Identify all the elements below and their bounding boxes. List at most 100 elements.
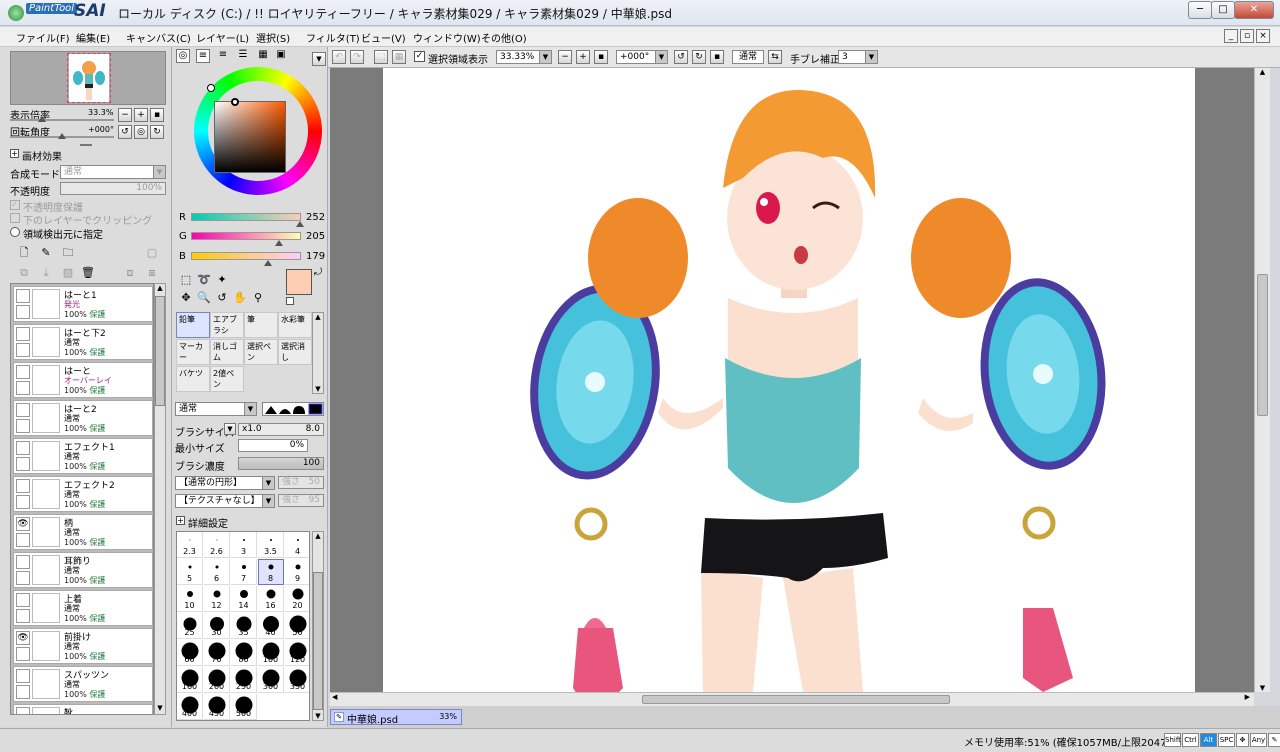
g-slider-handle[interactable] [275, 240, 283, 246]
invert-select-button[interactable]: ▦ [392, 50, 406, 64]
preserve-opacity-checkbox[interactable]: ✓ [10, 200, 20, 210]
view-blend-button[interactable]: 通常 [732, 50, 764, 64]
layer-lock-toggle[interactable] [16, 685, 30, 699]
layer-lock-toggle[interactable] [16, 609, 30, 623]
toolbar-zoom-in-button[interactable]: + [576, 50, 590, 64]
tool-cell[interactable]: 鉛筆 [176, 312, 210, 338]
new-linework-layer-icon[interactable]: ✎ [38, 245, 54, 261]
layer-lock-toggle[interactable] [16, 571, 30, 585]
hand-icon[interactable]: ✋ [232, 290, 248, 306]
navigator-preview[interactable] [10, 51, 166, 105]
brush-size-cell[interactable]: 25 [177, 613, 203, 639]
menu-item[interactable]: ファイル(F) [16, 30, 70, 45]
layer-scrollbar[interactable]: ▲ ▼ [154, 283, 166, 715]
layer-row[interactable]: 上着 通常 100% 保護 [13, 590, 153, 626]
mdi-restore-button[interactable]: ▫ [1240, 29, 1254, 43]
brush-size-cell[interactable]: 35 [231, 613, 257, 639]
expand-detail-icon[interactable]: + [176, 516, 185, 525]
scroll-up-icon[interactable]: ▲ [313, 532, 323, 540]
rotate-right-button[interactable]: ↻ [150, 125, 164, 139]
scroll-down-icon[interactable]: ▼ [313, 712, 323, 720]
scroll-up-icon[interactable]: ▲ [155, 284, 165, 294]
layer-lock-toggle[interactable] [16, 305, 30, 319]
eye-icon[interactable]: 👁 [16, 631, 30, 645]
rotate-reset-button[interactable]: ◎ [134, 125, 148, 139]
flip-view-button[interactable]: ⇆ [768, 50, 782, 64]
visibility-toggle[interactable] [16, 555, 30, 569]
brush-size-cell[interactable]: 20 [285, 586, 309, 612]
zoom-icon[interactable]: 🔍 [196, 290, 212, 306]
close-button[interactable]: ✕ [1234, 1, 1274, 19]
tool-grid-scrollbar[interactable]: ▲ ▼ [312, 312, 324, 394]
brush-size-cell[interactable]: 2.3 [177, 532, 203, 558]
tool-cell[interactable]: 消しゴム [210, 339, 244, 365]
brush-size-field[interactable]: x1.0 8.0 [238, 423, 324, 436]
layer-row[interactable]: 👁 柄通常 100% 保護 [13, 514, 153, 550]
clip-lower-checkbox[interactable] [10, 213, 20, 223]
layer-list[interactable]: はーと1 発光 100% 保護 はーと下2 通常 100% 保護 はーと オーバーレイ 100%… [10, 283, 154, 715]
brush-size-cell[interactable]: 50 [285, 613, 309, 639]
flatten-icon[interactable]: ⧆ [144, 265, 160, 281]
opacity-field[interactable]: 100% [60, 182, 166, 195]
scroll-left-icon[interactable]: ◀ [332, 693, 337, 701]
copy-layer-icon[interactable]: ⧉ [16, 265, 32, 281]
show-selection-checkbox[interactable]: ✓ [414, 51, 425, 62]
stabilizer-select[interactable]: 3 ▼ [838, 50, 878, 64]
swatch-tab-icon[interactable]: ▦ [256, 49, 270, 63]
lasso-icon[interactable]: ➰ [196, 272, 212, 288]
zoom-select[interactable]: 33.33% ▼ [496, 50, 552, 64]
horizontal-scroll-thumb[interactable] [642, 695, 950, 704]
brush-size-cell[interactable]: 160 [177, 667, 203, 693]
mixer-tab-icon[interactable]: ☰ [236, 49, 250, 63]
brush-size-cell[interactable]: 40 [258, 613, 284, 639]
minimize-button[interactable]: ─ [1188, 1, 1212, 19]
visibility-toggle[interactable] [16, 365, 30, 379]
g-slider[interactable] [191, 232, 301, 240]
brush-size-cell[interactable]: 8 [258, 559, 284, 585]
brush-size-cell[interactable]: 12 [204, 586, 230, 612]
layer-lock-toggle[interactable] [16, 647, 30, 661]
fg-color-swatch[interactable] [286, 269, 312, 295]
layer-row[interactable]: 👁 前掛け 通常 100% 保護 [13, 628, 153, 664]
swap-colors-icon[interactable]: ⤾ [312, 267, 324, 279]
layer-row[interactable]: はーと オーバーレイ 100% 保護 [13, 362, 153, 398]
hue-cursor[interactable] [207, 84, 215, 92]
tool-cell[interactable]: マーカー [176, 339, 210, 365]
transparent-color-icon[interactable] [286, 297, 294, 305]
visibility-toggle[interactable] [16, 707, 30, 714]
scroll-right-icon[interactable]: ▶ [1245, 693, 1250, 701]
color-wheel-tab-icon[interactable]: ◎ [176, 49, 190, 63]
rect-select-icon[interactable]: ⬚ [178, 272, 194, 288]
r-slider-handle[interactable] [296, 221, 304, 227]
menu-item[interactable]: その他(O) [481, 30, 527, 45]
texture-select[interactable]: 【テクスチャなし】 ▼ [175, 494, 275, 508]
shape-strength-field[interactable]: 強さ 50 [278, 476, 324, 489]
brush-size-scrollbar[interactable]: ▲ ▼ [312, 531, 324, 721]
expand-effect-icon[interactable]: + [10, 149, 19, 158]
layer-row[interactable]: はーと2 通常 100% 保護 [13, 400, 153, 436]
menu-item[interactable]: ビュー(V) [361, 30, 406, 45]
brush-size-cell[interactable]: 100 [258, 640, 284, 666]
brush-size-cell[interactable]: 10 [177, 586, 203, 612]
brush-size-cell[interactable]: 3 [231, 532, 257, 558]
layer-row[interactable]: エフェクト2 通常 100% 保護 [13, 476, 153, 512]
visibility-toggle[interactable] [16, 593, 30, 607]
sv-cursor[interactable] [231, 98, 239, 106]
scroll-down-icon[interactable]: ▼ [313, 385, 323, 393]
menu-item[interactable]: キャンバス(C) [126, 30, 191, 45]
layer-row[interactable]: エフェクト1 通常 100% 保護 [13, 438, 153, 474]
eyedropper-icon[interactable]: ⚲ [250, 290, 266, 306]
layer-lock-toggle[interactable] [16, 381, 30, 395]
brush-size-cell[interactable]: 30 [204, 613, 230, 639]
deselect-button[interactable]: ⬚ [374, 50, 388, 64]
visibility-toggle[interactable] [16, 327, 30, 341]
vertical-scroll-thumb[interactable] [1257, 274, 1268, 416]
rotate-slider-handle[interactable] [58, 133, 66, 139]
delete-layer-icon[interactable]: 🗑 [80, 265, 96, 281]
visibility-toggle[interactable] [16, 403, 30, 417]
scroll-down-icon[interactable]: ▼ [155, 704, 165, 714]
vertical-scrollbar[interactable]: ▲ ▼ [1254, 68, 1270, 692]
layer-row[interactable]: スパッツン 通常 100% 保護 [13, 666, 153, 702]
rotate-left-button[interactable]: ↺ [118, 125, 132, 139]
visibility-toggle[interactable] [16, 289, 30, 303]
